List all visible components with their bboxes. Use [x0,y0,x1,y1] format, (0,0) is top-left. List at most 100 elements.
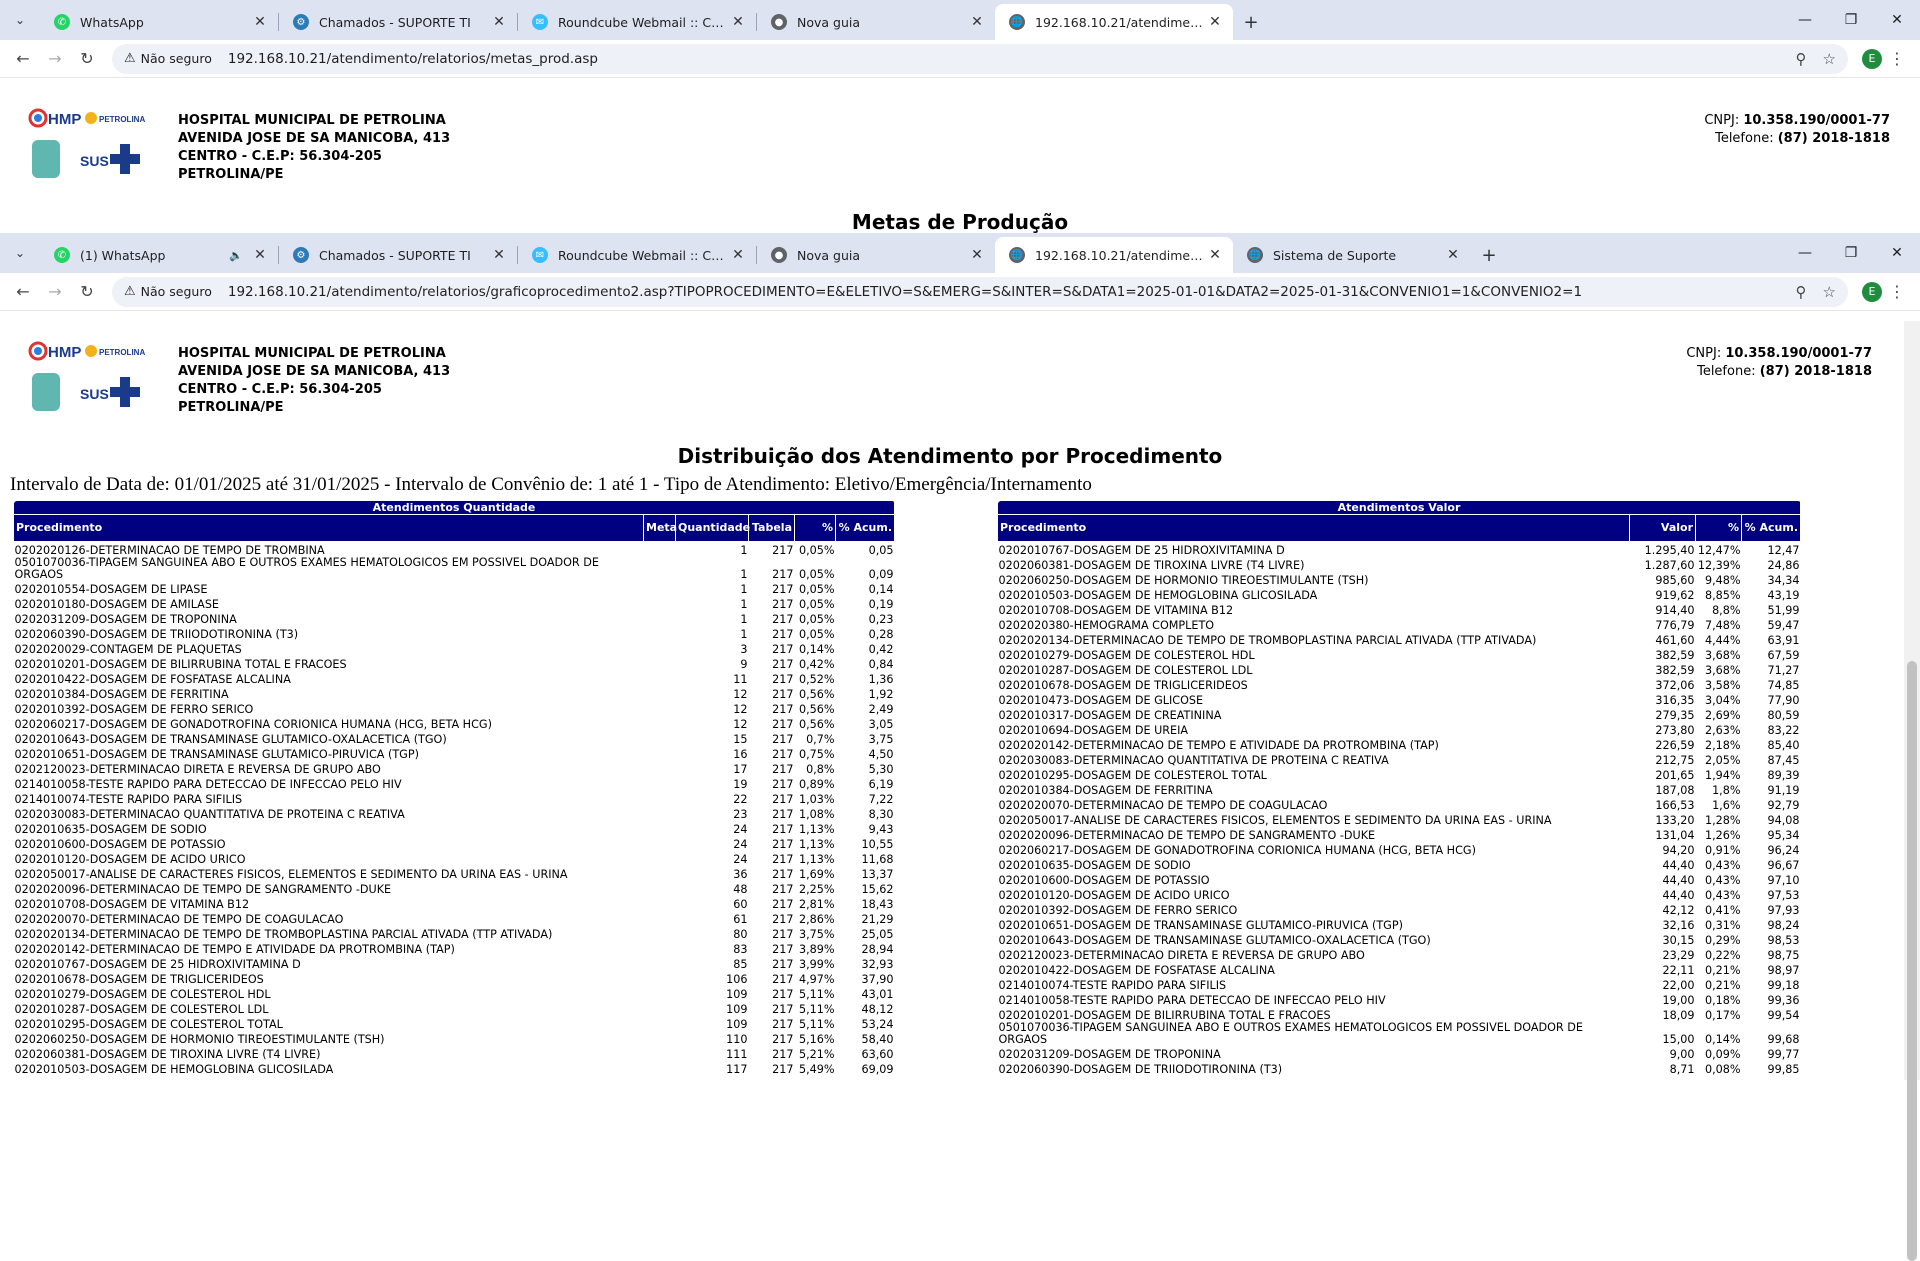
forward-icon[interactable]: → [40,277,70,307]
security-indicator[interactable]: ⚠ Não seguro [124,284,222,299]
procedure-cell: 0202010503-DOSAGEM DE HEMOGLOBINA GLICOS… [14,1062,334,1076]
value-cell: 12 [733,717,748,731]
procedure-cell: 0501070036-TIPAGEM SANGUINEA ABO E OUTRO… [998,1021,1583,1046]
browser-tab[interactable]: ⚙ Chamados - SUPORTE TI ✕ [279,4,517,40]
browser-tab[interactable]: ● Nova guia ✕ [757,4,995,40]
value-cell: 22,11 [1662,963,1695,977]
value-cell: 4,97% [798,972,835,986]
table-row: 0202120023-DETERMINACAO DIRETA E REVERSA… [998,947,1801,962]
page-scrollbar[interactable] [1904,321,1920,1261]
tab-close-icon[interactable]: ✕ [730,14,746,30]
procedure-cell: 0202010635-DOSAGEM DE SODIO [14,822,207,836]
table-row: 0202020134-DETERMINACAO DE TEMPO DE TROM… [14,926,895,941]
table-row: 0202010279-DOSAGEM DE COLESTEROL HDL 109 2… [14,986,895,1001]
browser-tab[interactable]: ✆ WhatsApp ✕ [40,4,278,40]
procedure-cell: 0202020142-DETERMINACAO DE TEMPO E ATIVI… [998,738,1439,752]
procedure-cell: 0202010279-DOSAGEM DE COLESTEROL HDL [14,987,271,1001]
close-window-icon[interactable]: ✕ [1874,233,1920,273]
close-window-icon[interactable]: ✕ [1874,0,1920,40]
value-cell: 44,40 [1662,858,1695,872]
zoom-icon[interactable]: ⚲ [1796,283,1807,301]
browser-tab[interactable]: 🌐 192.168.10.21/atendimento/rela✕ [995,237,1233,273]
kebab-menu-icon[interactable]: ⋮ [1882,49,1912,68]
minimize-icon[interactable]: — [1782,233,1828,273]
browser-tab[interactable]: 🌐 Sistema de Suporte ✕ [1233,237,1471,273]
tab-close-icon[interactable]: ✕ [1445,247,1461,263]
back-icon[interactable]: ← [8,44,38,74]
procedure-cell: 0202010708-DOSAGEM DE VITAMINA B12 [998,603,1234,617]
warning-icon: ⚠ [124,284,136,299]
tab-close-icon[interactable]: ✕ [969,14,985,30]
reload-icon[interactable]: ↻ [72,44,102,74]
tab-search-icon[interactable]: ⌄ [0,233,40,273]
value-cell: 217 [772,882,794,896]
value-cell [644,866,676,881]
globe-icon: 🌐 [1247,247,1263,263]
minimize-icon[interactable]: — [1782,0,1828,40]
value-cell: 5,30 [868,762,894,776]
security-indicator[interactable]: ⚠ Não seguro [124,51,222,66]
reload-icon[interactable]: ↻ [72,277,102,307]
tab-label: Chamados - SUPORTE TI [319,247,471,263]
value-cell: 5,16% [798,1032,835,1046]
tab-close-icon[interactable]: ✕ [730,247,746,263]
value-cell [644,686,676,701]
browser-tab[interactable]: ● Nova guia ✕ [757,237,995,273]
value-cell: 3,68% [1704,648,1741,662]
tab-close-icon[interactable]: ✕ [1207,14,1223,30]
value-cell: 226,59 [1655,738,1695,752]
browser-tab[interactable]: ✆ (1) WhatsApp 🔈 ✕ [40,237,278,273]
browser-tab[interactable]: ✉ Roundcube Webmail :: Caixa de✕ [518,237,756,273]
profile-avatar[interactable]: E [1862,281,1882,302]
value-cell: 5,49% [798,1062,835,1076]
value-cell: 9,43 [868,822,894,836]
procedure-cell: 0202020096-DETERMINACAO DE TEMPO DE SANG… [998,828,1376,842]
tab-close-icon[interactable]: ✕ [252,14,268,30]
value-cell: 24 [733,837,748,851]
scrollbar-thumb[interactable] [1907,661,1917,1261]
tab-close-icon[interactable]: ✕ [969,247,985,263]
tab-close-icon[interactable]: ✕ [491,14,507,30]
new-tab-button[interactable]: + [1233,4,1269,40]
tab-label: 192.168.10.21/atendimento/rela [1035,14,1207,30]
value-cell: 96,24 [1767,843,1800,857]
value-cell: 28,94 [861,942,894,956]
value-cell: 5,11% [798,1002,835,1016]
restore-icon[interactable]: ❐ [1828,233,1874,273]
tab-close-icon[interactable]: ✕ [491,247,507,263]
table-row: 0202010651-DOSAGEM DE TRANSAMINASE GLUTA… [14,746,895,761]
bookmark-star-icon[interactable]: ☆ [1823,50,1836,68]
table-row: 0202060217-DOSAGEM DE GONADOTROFINA CORI… [998,842,1801,857]
value-cell: 0,05% [798,567,835,581]
value-cell: 94,08 [1767,813,1800,827]
browser-tab[interactable]: ✉ Roundcube Webmail :: Caixa de✕ [518,4,756,40]
browser-tab[interactable]: ⚙ Chamados - SUPORTE TI ✕ [279,237,517,273]
value-cell [644,851,676,866]
tab-close-icon[interactable]: ✕ [1207,247,1223,263]
bookmark-star-icon[interactable]: ☆ [1823,283,1836,301]
value-cell: 217 [772,642,794,656]
address-bar[interactable]: ⚠ Não seguro 192.168.10.21/atendimento/re… [112,43,1848,74]
value-cell: 1,26% [1704,828,1741,842]
value-cell [644,1046,676,1061]
tab-search-icon[interactable]: ⌄ [0,0,40,40]
url-text[interactable]: 192.168.10.21/atendimento/relatorios/met… [228,51,598,67]
zoom-icon[interactable]: ⚲ [1796,50,1807,68]
browser-tab[interactable]: 🌐 192.168.10.21/atendimento/rela✕ [995,4,1233,40]
address-bar[interactable]: ⚠ Não seguro 192.168.10.21/atendimento/re… [112,276,1848,307]
value-cell: 6,19 [868,777,894,791]
procedure-cell: 0202010694-DOSAGEM DE UREIA [998,723,1189,737]
value-cell [644,626,676,641]
profile-avatar[interactable]: E [1862,48,1882,69]
back-icon[interactable]: ← [8,277,38,307]
svg-text:SUS: SUS [80,386,109,402]
url-text[interactable]: 192.168.10.21/atendimento/relatorios/gra… [228,284,1582,300]
tab-close-icon[interactable]: ✕ [252,247,268,263]
kebab-menu-icon[interactable]: ⋮ [1882,282,1912,301]
tab-audio-icon[interactable]: 🔈 [228,249,244,262]
value-cell: 217 [772,672,794,686]
restore-icon[interactable]: ❐ [1828,0,1874,40]
browser-window-2: ⌄ ✆ (1) WhatsApp 🔈 ✕ ⚙ Chamados - SUPORTE TI ✕… [0,233,1920,311]
new-tab-button[interactable]: + [1471,237,1507,273]
forward-icon[interactable]: → [40,44,70,74]
